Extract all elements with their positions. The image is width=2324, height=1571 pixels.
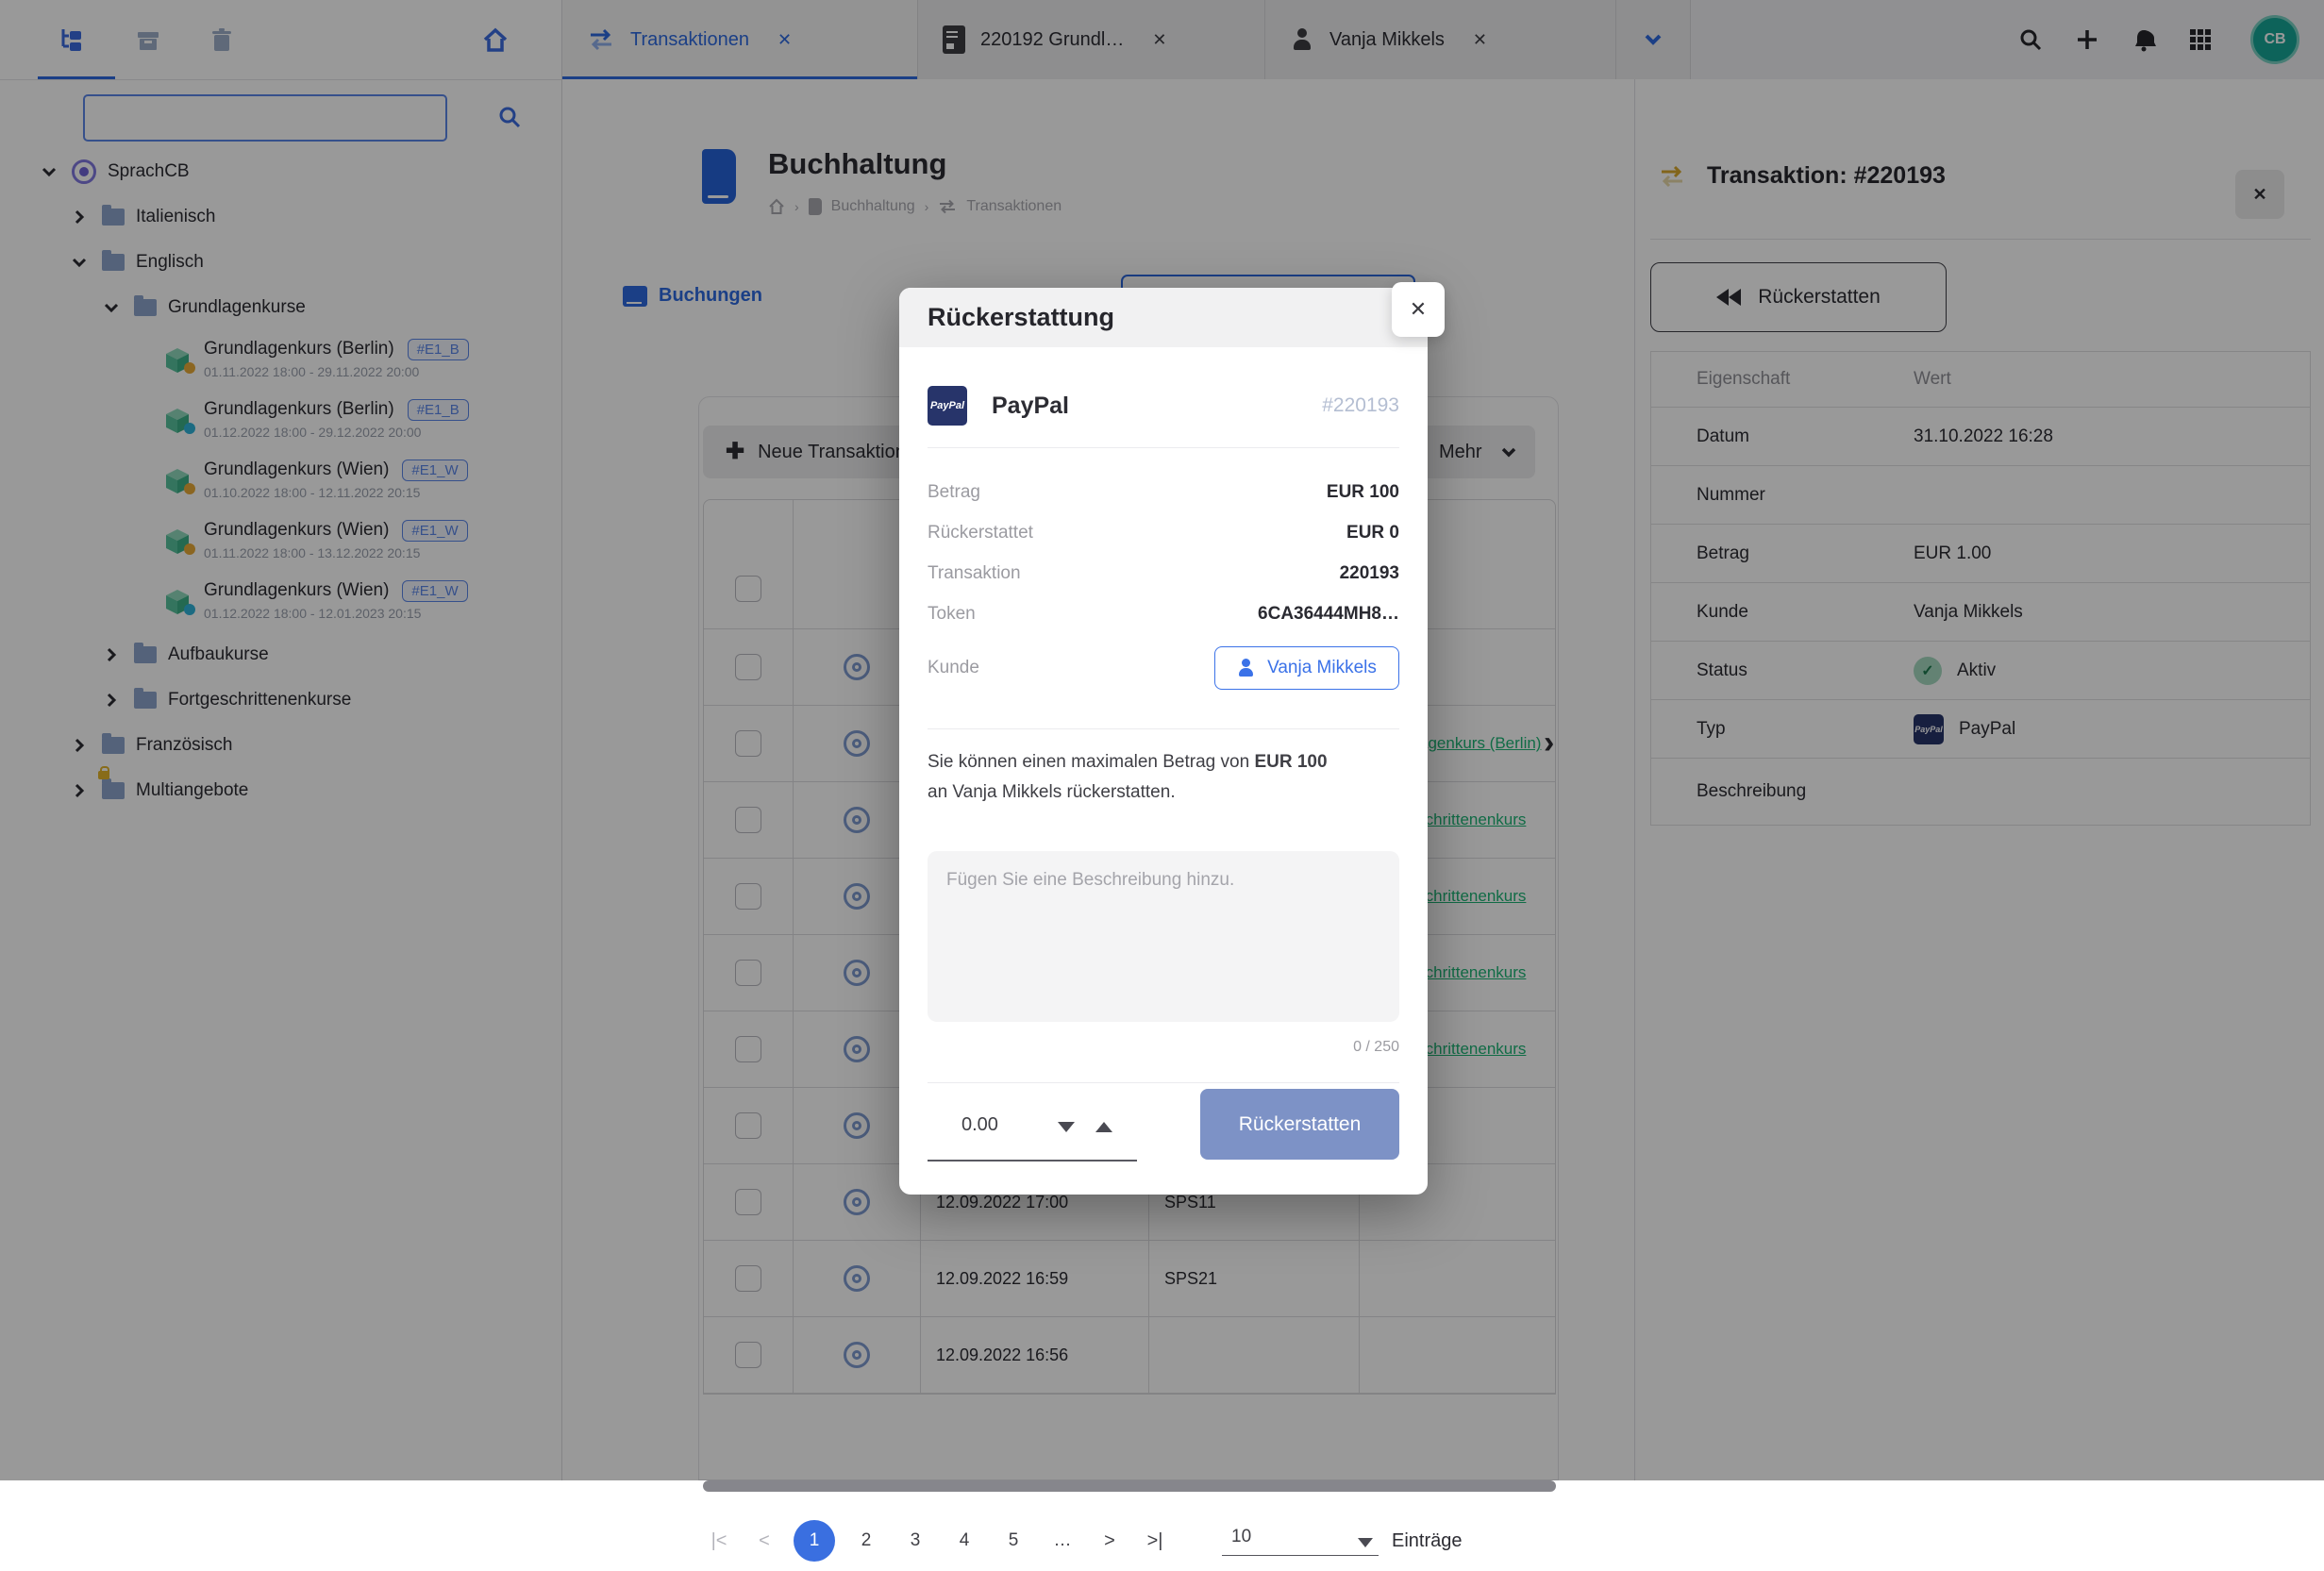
paypal-logo: PayPal — [928, 386, 967, 426]
page-size-value: 10 — [1231, 1527, 1251, 1547]
field-transaktion: Transaktion 220193 — [928, 563, 1399, 584]
field-value: EUR 0 — [1346, 523, 1399, 543]
first-page-button[interactable]: |< — [703, 1530, 735, 1552]
prev-page-button[interactable]: < — [748, 1530, 780, 1552]
modal-header: Rückerstattung — [899, 288, 1428, 347]
close-modal-button[interactable]: ✕ — [1392, 282, 1445, 337]
page-button-active[interactable]: 1 — [794, 1520, 835, 1562]
field-label: Rückerstattet — [928, 523, 1033, 543]
field-value: 220193 — [1340, 563, 1399, 584]
entries-label: Einträge — [1392, 1530, 1463, 1552]
page-button[interactable]: 4 — [946, 1530, 982, 1551]
description-textarea[interactable]: Fügen Sie eine Beschreibung hinzu. — [928, 851, 1399, 1022]
button-label: Vanja Mikkels — [1267, 658, 1377, 678]
field-label: Token — [928, 604, 976, 625]
chevron-down-icon — [1358, 1538, 1373, 1547]
last-page-button[interactable]: >| — [1139, 1530, 1171, 1552]
divider — [928, 728, 1399, 729]
info-amount: EUR 100 — [1254, 752, 1327, 772]
field-label: Betrag — [928, 482, 980, 503]
pagination: |< < 1 2 3 4 5 … > >| 10 Einträge — [703, 1511, 1556, 1571]
char-counter: 0 / 250 — [928, 1039, 1399, 1056]
field-label: Kunde — [928, 658, 979, 678]
provider-name: PayPal — [992, 393, 1322, 420]
info-text: Sie können einen maximalen Betrag von — [928, 752, 1254, 772]
scrollbar-thumb[interactable] — [703, 1480, 1556, 1492]
step-up-icon[interactable] — [1095, 1122, 1112, 1132]
field-kunde: Kunde Vanja Mikkels — [928, 646, 1399, 690]
page-button[interactable]: 2 — [848, 1530, 884, 1551]
page-size-select[interactable]: 10 — [1222, 1527, 1379, 1556]
field-label: Transaktion — [928, 563, 1021, 584]
field-value: EUR 100 — [1327, 482, 1399, 503]
transaction-ref: #220193 — [1322, 394, 1399, 417]
person-icon — [1237, 659, 1256, 677]
amount-underline — [928, 1160, 1137, 1162]
refund-submit-button[interactable]: Rückerstatten — [1200, 1089, 1399, 1160]
refund-info-text: Sie können einen maximalen Betrag von EU… — [928, 747, 1399, 808]
refund-modal: Rückerstattung ✕ PayPal PayPal #220193 B… — [899, 288, 1428, 1195]
provider-row: PayPal PayPal #220193 — [928, 382, 1399, 429]
page-button[interactable]: 5 — [995, 1530, 1031, 1551]
divider — [928, 1082, 1399, 1083]
step-down-icon[interactable] — [1058, 1122, 1075, 1132]
horizontal-scrollbar[interactable] — [703, 1480, 1556, 1492]
customer-button[interactable]: Vanja Mikkels — [1214, 646, 1399, 690]
page-button[interactable]: 3 — [897, 1530, 933, 1551]
pagination-ellipsis[interactable]: … — [1045, 1530, 1080, 1551]
field-betrag: Betrag EUR 100 — [928, 482, 1399, 503]
field-value: 6CA36444MH8… — [1258, 604, 1399, 625]
amount-value[interactable]: 0.00 — [961, 1114, 998, 1136]
field-token: Token 6CA36444MH8… — [928, 604, 1399, 625]
divider — [928, 447, 1399, 448]
field-rueckerstattet: Rückerstattet EUR 0 — [928, 523, 1399, 543]
next-page-button[interactable]: > — [1094, 1530, 1126, 1552]
info-text: an Vanja Mikkels rückerstatten. — [928, 782, 1176, 802]
modal-title: Rückerstattung — [928, 303, 1114, 332]
